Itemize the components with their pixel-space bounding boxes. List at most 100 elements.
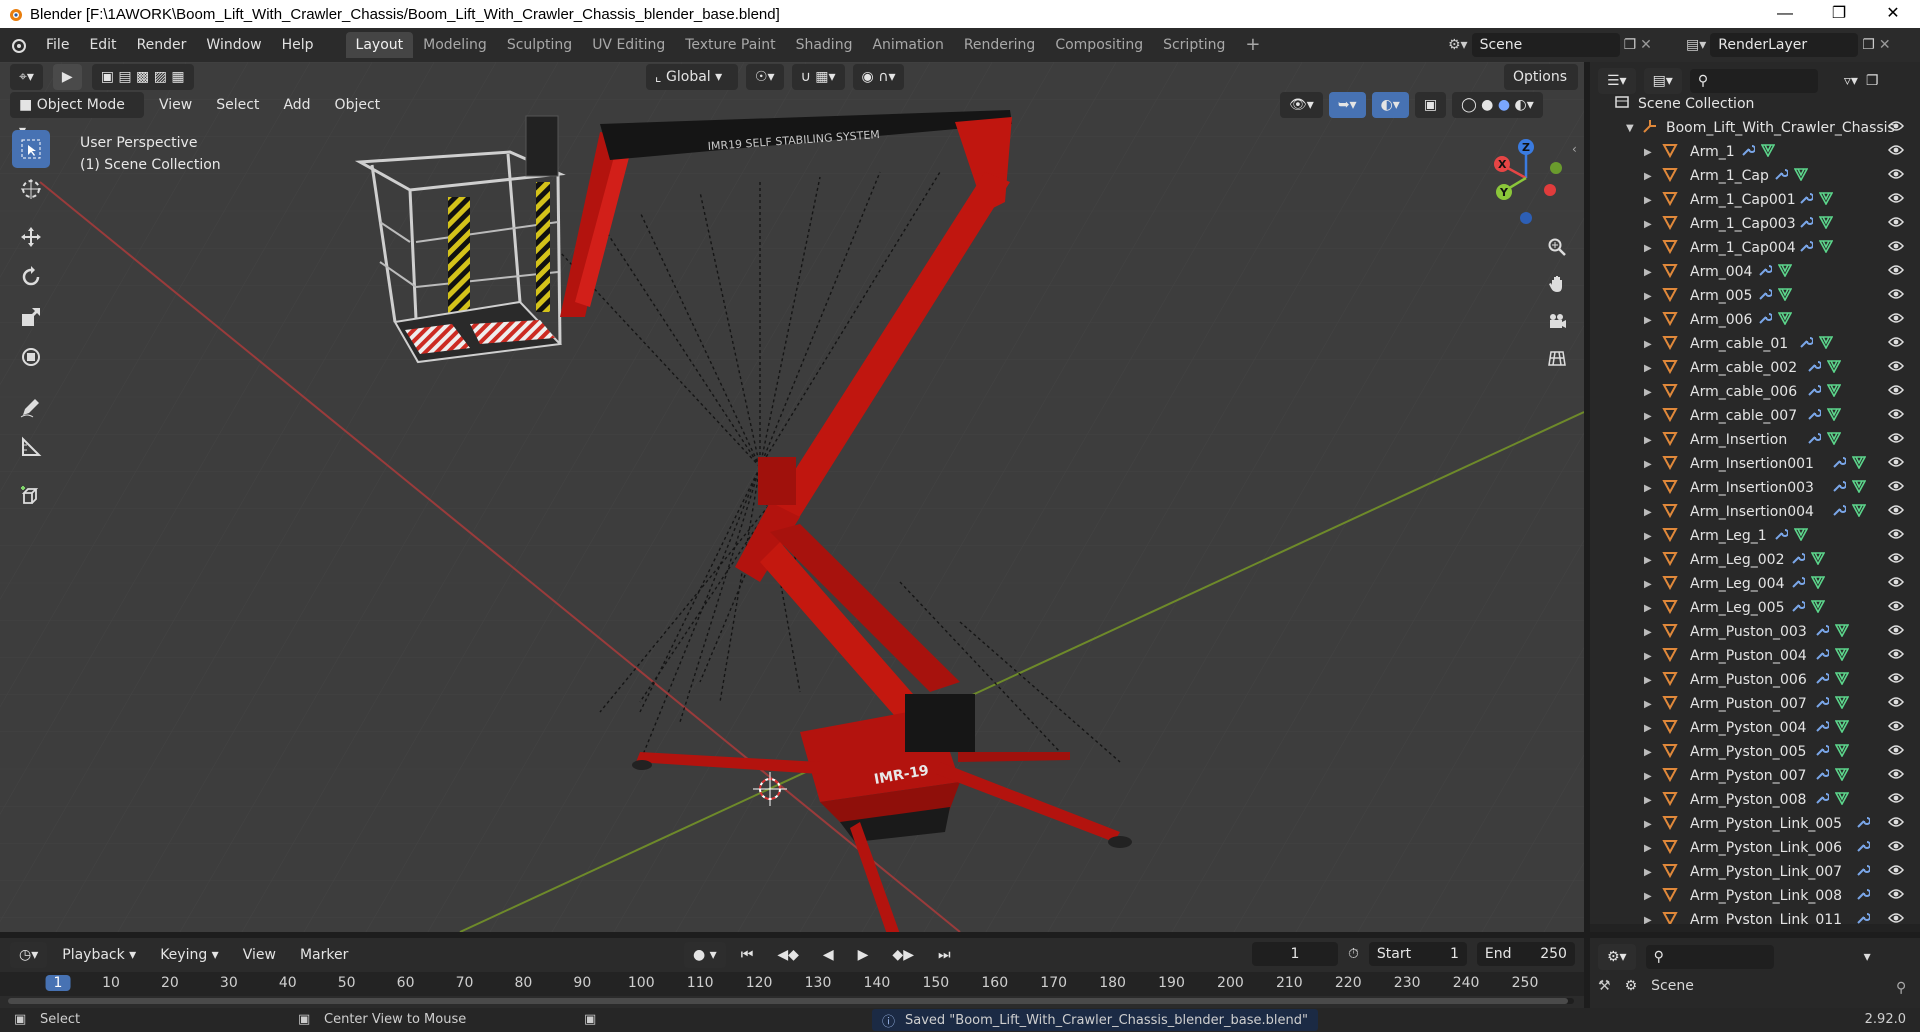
mesh-data-icon[interactable] (1834, 767, 1850, 785)
editor-type-icon[interactable]: ⌖▾ (10, 64, 43, 90)
pivot-point-icon[interactable]: ☉▾ (746, 64, 784, 90)
mesh-data-icon[interactable] (1834, 791, 1850, 809)
expand-arrow-icon[interactable]: ▶ (1644, 723, 1654, 734)
transform-tool-icon[interactable] (12, 338, 50, 376)
modifier-wrench-icon[interactable] (1815, 767, 1830, 785)
zoom-icon[interactable] (1540, 230, 1574, 264)
tab-animation[interactable]: Animation (862, 32, 953, 58)
outliner-item[interactable]: ▶ Arm_1 (1590, 140, 1920, 164)
tab-shading[interactable]: Shading (786, 32, 863, 58)
eye-icon[interactable] (1888, 792, 1904, 808)
camera-view-icon[interactable] (1540, 304, 1574, 338)
outliner-search-input[interactable]: ⚲ (1689, 69, 1818, 93)
outliner-item[interactable]: ▶ Arm_1_Cap004 (1590, 236, 1920, 260)
eye-icon[interactable] (1888, 576, 1904, 592)
mesh-data-icon[interactable] (1793, 167, 1809, 185)
minimize-icon[interactable]: — (1758, 0, 1812, 28)
properties-options-icon[interactable]: ▾ (1864, 949, 1871, 965)
modifier-wrench-icon[interactable] (1774, 167, 1789, 185)
mesh-data-icon[interactable] (1851, 503, 1867, 521)
stopwatch-icon[interactable]: ⏱ (1348, 946, 1359, 962)
new-scene-icon[interactable]: ❐ (1624, 37, 1637, 53)
mesh-data-icon[interactable] (1826, 383, 1842, 401)
mesh-data-icon[interactable] (1810, 551, 1826, 569)
outliner-item[interactable]: ▶ Arm_Puston_004 (1590, 644, 1920, 668)
outliner-item[interactable]: ▶ Arm_Pyston_005 (1590, 740, 1920, 764)
add-cube-tool-icon[interactable] (12, 478, 50, 516)
modifier-wrench-icon[interactable] (1758, 263, 1773, 281)
modifier-wrench-icon[interactable] (1799, 335, 1814, 353)
properties-editor-type-icon[interactable]: ⚙▾ (1598, 944, 1636, 970)
scene-name-field[interactable]: Scene (1471, 33, 1620, 57)
mesh-data-icon[interactable] (1777, 263, 1793, 281)
close-icon[interactable]: ✕ (1866, 0, 1920, 28)
play-icon[interactable]: ▶ (849, 942, 878, 968)
current-frame-marker[interactable]: 1 (45, 975, 71, 991)
outliner-item[interactable]: ▶ Arm_Puston_003 (1590, 620, 1920, 644)
expand-arrow-icon[interactable]: ▶ (1644, 579, 1654, 590)
pin-icon[interactable]: ⚲ (1896, 980, 1906, 996)
expand-arrow-icon[interactable]: ▶ (1644, 699, 1654, 710)
modifier-wrench-icon[interactable] (1856, 815, 1871, 833)
expand-arrow-icon[interactable]: ▶ (1644, 459, 1654, 470)
eye-icon[interactable] (1888, 120, 1904, 136)
save-report[interactable]: ⓘ Saved "Boom_Lift_With_Crawler_Chassis_… (872, 1009, 1318, 1031)
viewport-menu-add[interactable]: Add (274, 92, 319, 118)
outliner-item[interactable]: ▶ Arm_006 (1590, 308, 1920, 332)
outliner-item[interactable]: ▶ Arm_Puston_007 (1590, 692, 1920, 716)
menu-help[interactable]: Help (272, 28, 324, 62)
modifier-wrench-icon[interactable] (1758, 311, 1773, 329)
eye-icon[interactable] (1888, 432, 1904, 448)
mesh-data-icon[interactable] (1818, 335, 1834, 353)
outliner-item[interactable]: ▶ Arm_1_Cap (1590, 164, 1920, 188)
mesh-data-icon[interactable] (1834, 719, 1850, 737)
outliner-item[interactable]: ▶ Arm_Leg_004 (1590, 572, 1920, 596)
timeline-menu-marker[interactable]: Marker (291, 942, 357, 968)
modifier-wrench-icon[interactable] (1807, 383, 1822, 401)
eye-icon[interactable] (1888, 312, 1904, 328)
end-frame-field[interactable]: End 250 (1476, 942, 1575, 966)
modifier-wrench-icon[interactable] (1832, 455, 1847, 473)
modifier-wrench-icon[interactable] (1799, 239, 1814, 257)
eye-icon[interactable] (1888, 240, 1904, 256)
expand-arrow-icon[interactable]: ▶ (1644, 291, 1654, 302)
timeline-scrollbar[interactable] (8, 998, 1574, 1004)
eye-icon[interactable] (1888, 168, 1904, 184)
expand-arrow-icon[interactable]: ▶ (1644, 219, 1654, 230)
modifier-wrench-icon[interactable] (1807, 359, 1822, 377)
visibility-icon[interactable]: 👁▾ (1280, 92, 1323, 118)
expand-arrow-icon[interactable]: ▶ (1644, 867, 1654, 878)
modifier-wrench-icon[interactable] (1815, 671, 1830, 689)
eye-icon[interactable] (1888, 192, 1904, 208)
expand-arrow-icon[interactable]: ▶ (1644, 819, 1654, 830)
outliner-item[interactable]: ▶ Arm_Leg_005 (1590, 596, 1920, 620)
expand-arrow-icon[interactable]: ▶ (1644, 267, 1654, 278)
mesh-data-icon[interactable] (1834, 623, 1850, 641)
expand-arrow-icon[interactable]: ▶ (1644, 843, 1654, 854)
overlay-toggle-icon[interactable]: ◐▾ (1371, 92, 1409, 118)
mesh-data-icon[interactable] (1834, 671, 1850, 689)
next-keyframe-icon[interactable]: ◆▶ (883, 942, 923, 968)
new-collection-icon[interactable]: ❐ (1866, 73, 1879, 89)
annotate-tool-icon[interactable] (12, 388, 50, 426)
outliner-item[interactable]: ▶ Arm_cable_006 (1590, 380, 1920, 404)
outliner-item[interactable]: ▶ Arm_Insertion003 (1590, 476, 1920, 500)
expand-arrow-icon[interactable]: ▶ (1644, 891, 1654, 902)
mesh-data-icon[interactable] (1810, 575, 1826, 593)
outliner-item[interactable]: ▶ Arm_Pyston_Link_005 (1590, 812, 1920, 836)
viewport-scene[interactable]: IMR19 SELF STABILING SYSTEM IMR-19 (0, 62, 1584, 932)
eye-icon[interactable] (1888, 264, 1904, 280)
outliner-item[interactable]: ▶ Arm_Pyston_004 (1590, 716, 1920, 740)
expand-arrow-icon[interactable]: ▶ (1644, 795, 1654, 806)
outliner-scene-collection[interactable]: Scene Collection (1590, 92, 1920, 116)
mesh-data-icon[interactable] (1818, 191, 1834, 209)
expand-arrow-icon[interactable]: ▶ (1644, 411, 1654, 422)
eye-icon[interactable] (1888, 360, 1904, 376)
modifier-wrench-icon[interactable] (1815, 719, 1830, 737)
expand-arrow-icon[interactable]: ▶ (1644, 339, 1654, 350)
eye-icon[interactable] (1888, 744, 1904, 760)
collapse-arrow-icon[interactable]: ▼ (1626, 123, 1634, 134)
eye-icon[interactable] (1888, 624, 1904, 640)
modifier-wrench-icon[interactable] (1815, 695, 1830, 713)
outliner-item[interactable]: ▶ Arm_Leg_1 (1590, 524, 1920, 548)
